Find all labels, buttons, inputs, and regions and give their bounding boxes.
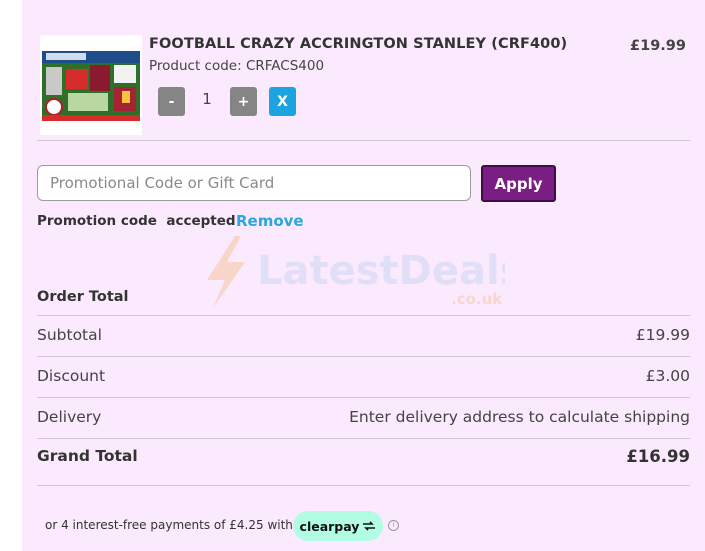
grand-total-value: £16.99 bbox=[626, 447, 690, 466]
promo-code-input[interactable] bbox=[37, 165, 471, 201]
divider bbox=[37, 397, 690, 398]
subtotal-value: £19.99 bbox=[635, 326, 690, 344]
decrease-quantity-button[interactable]: - bbox=[158, 87, 185, 116]
clearpay-logo-text: clearpay bbox=[299, 518, 360, 534]
delivery-label: Delivery bbox=[37, 408, 102, 426]
remove-item-button[interactable]: X bbox=[269, 87, 296, 116]
promo-accepted-text: Promotion code accepted bbox=[37, 213, 236, 229]
apply-promo-button[interactable]: Apply bbox=[481, 165, 556, 202]
latestdeals-watermark: LatestDeals .co.uk bbox=[205, 236, 524, 310]
delivery-value: Enter delivery address to calculate ship… bbox=[349, 408, 690, 426]
increase-quantity-button[interactable]: + bbox=[230, 87, 257, 116]
info-icon[interactable]: i bbox=[388, 520, 399, 531]
product-price: £19.99 bbox=[630, 38, 686, 54]
divider bbox=[37, 140, 690, 141]
product-code: Product code: CRFACS400 bbox=[149, 58, 325, 74]
product-thumbnail-icon bbox=[40, 35, 142, 135]
discount-value: £3.00 bbox=[645, 367, 690, 385]
divider bbox=[37, 438, 690, 439]
discount-label: Discount bbox=[37, 367, 106, 385]
grand-total-label: Grand Total bbox=[37, 447, 138, 465]
divider bbox=[37, 356, 690, 357]
clearpay-arrows-icon bbox=[363, 521, 376, 531]
divider bbox=[37, 315, 690, 316]
watermark-sub-text: .co.uk bbox=[451, 290, 503, 308]
quantity-value: 1 bbox=[202, 90, 212, 108]
installments-text: or 4 interest-free payments of £4.25 wit… bbox=[45, 518, 293, 532]
product-title[interactable]: FOOTBALL CRAZY ACCRINGTON STANLEY (CRF40… bbox=[149, 36, 567, 52]
remove-promo-link[interactable]: Remove bbox=[236, 212, 304, 230]
subtotal-label: Subtotal bbox=[37, 326, 102, 344]
divider bbox=[37, 485, 690, 486]
clearpay-badge[interactable]: clearpay bbox=[293, 511, 383, 541]
order-total-heading: Order Total bbox=[37, 289, 129, 305]
product-image[interactable] bbox=[40, 35, 142, 135]
lightning-bolt-icon: LatestDeals .co.uk bbox=[207, 236, 524, 308]
watermark-main-text: LatestDeals bbox=[257, 248, 505, 294]
